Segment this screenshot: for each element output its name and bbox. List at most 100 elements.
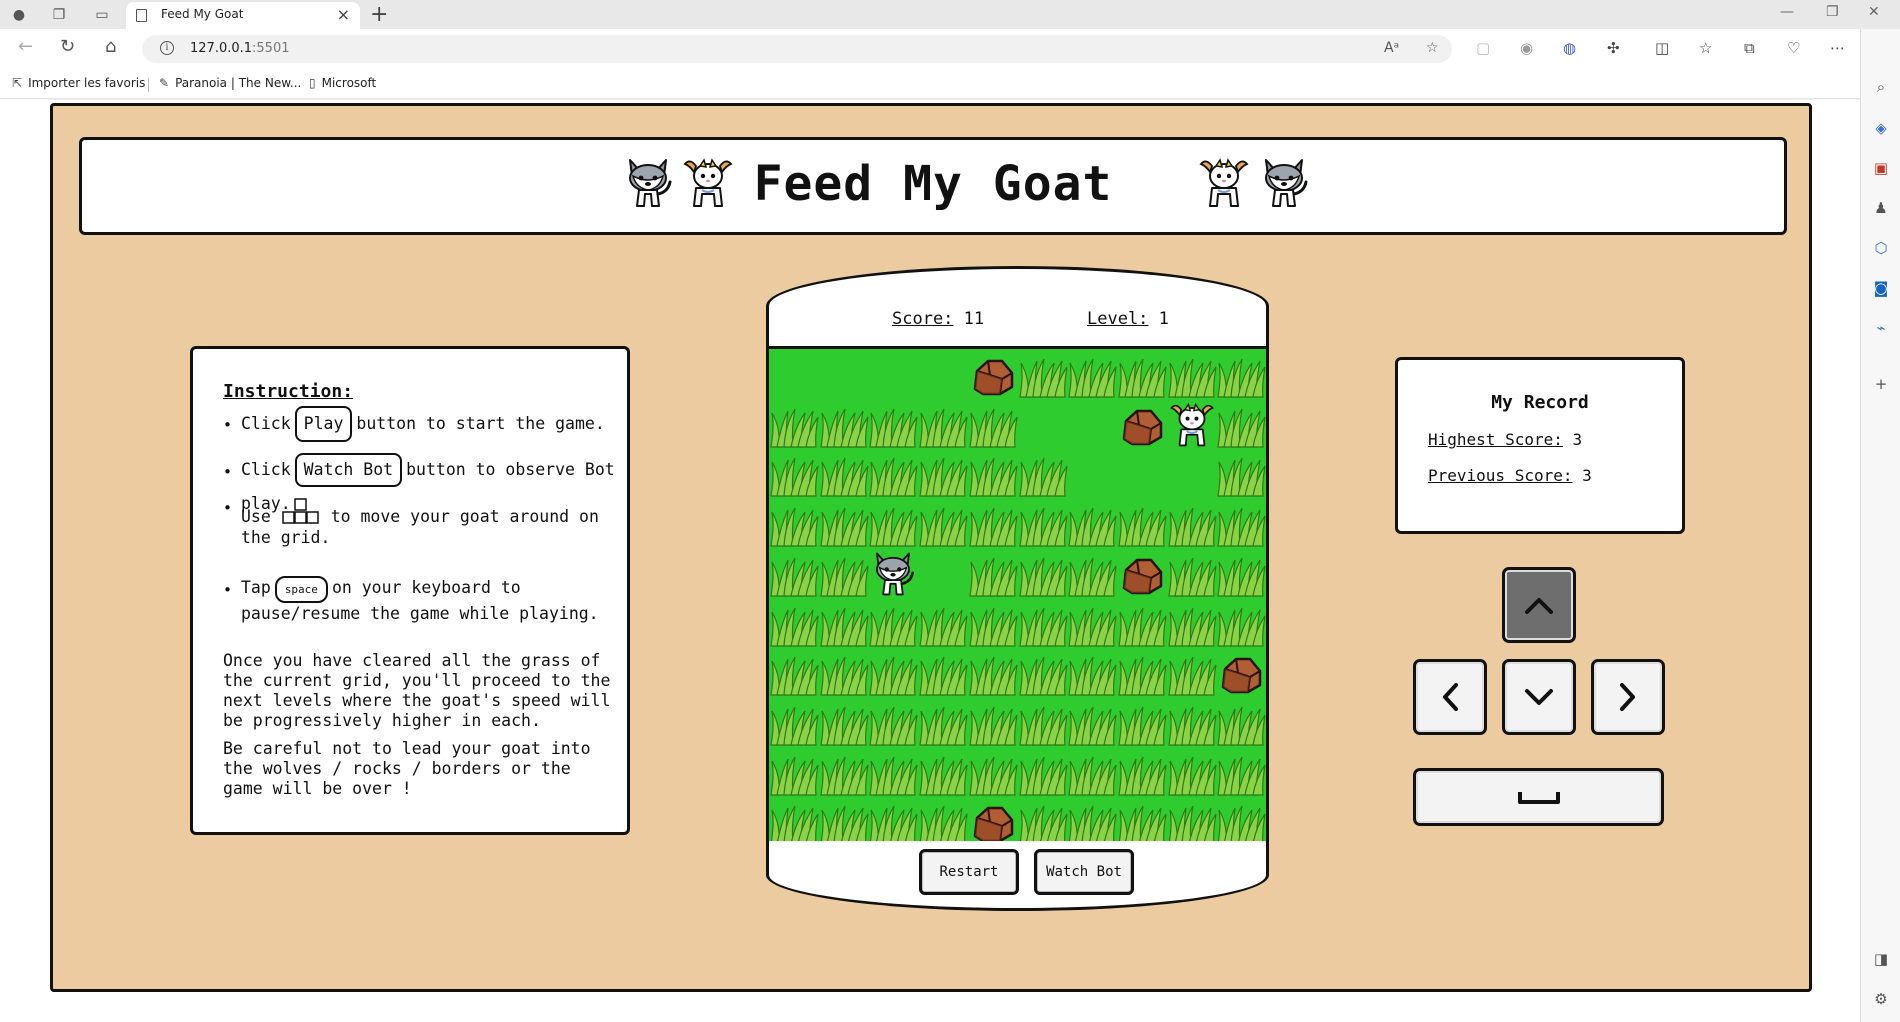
grass-tile	[1018, 598, 1068, 648]
outlook-icon[interactable]: ◙	[1871, 278, 1891, 298]
restart-button[interactable]: Restart	[919, 849, 1019, 895]
grass-tile	[1018, 448, 1068, 498]
workspaces-icon[interactable]: ❐	[50, 6, 68, 24]
grass-tile	[968, 697, 1018, 747]
grass-tile	[918, 448, 968, 498]
instruction-text: Click	[241, 414, 291, 433]
grass-tile	[1216, 796, 1266, 844]
grass-tile	[1067, 796, 1117, 844]
browser-tab-bar: ● ❐ ▭ Feed My Goat × + — ❐ ✕	[0, 0, 1900, 29]
grass-tile	[1018, 647, 1068, 697]
arrow-keys-icon	[282, 498, 319, 524]
browser-nav-bar: ← ↻ ⌂ i 127.0.0.1:5501 Aᵃ ☆ ▢ ◉ ◍ ✣ ◫ ☆ …	[0, 29, 1900, 69]
grass-tile	[918, 747, 968, 797]
rock-icon	[968, 796, 1018, 844]
grass-tile	[918, 647, 968, 697]
grass-tile	[868, 448, 918, 498]
grass-tile	[1167, 349, 1217, 399]
bookmark-microsoft[interactable]: ▯ Microsoft	[309, 76, 376, 90]
down-arrow-button[interactable]	[1502, 659, 1576, 735]
extensions-icon[interactable]: ✣	[1607, 39, 1620, 57]
url-port: :5501	[252, 41, 290, 56]
import-icon: ⇱	[12, 76, 23, 90]
grass-tile	[1117, 498, 1167, 548]
more-menu-icon[interactable]: ⋯	[1830, 39, 1845, 57]
grass-tile	[1067, 548, 1117, 598]
extension-face-icon[interactable]: ◉	[1520, 39, 1533, 57]
game-grid[interactable]	[766, 346, 1269, 844]
grass-tile	[868, 498, 918, 548]
space-bar-button[interactable]	[1413, 768, 1664, 826]
grass-tile	[769, 796, 819, 844]
grass-tile	[1216, 598, 1266, 648]
level-label: Level:	[1087, 309, 1149, 329]
grass-tile	[1216, 448, 1266, 498]
grass-tile	[968, 598, 1018, 648]
browser-essentials-icon[interactable]: ♡	[1787, 39, 1800, 57]
score-label: Score:	[892, 309, 954, 329]
grass-tile	[769, 697, 819, 747]
watch-bot-button[interactable]: Watch Bot	[1034, 849, 1134, 895]
instruction-text: button to start the game.	[356, 414, 605, 433]
bookmark-paranoia[interactable]: ✎ Paranoia | The New...	[159, 76, 301, 90]
profile-icon[interactable]: ●	[10, 6, 28, 24]
back-icon[interactable]: ←	[18, 37, 33, 57]
grass-tile	[1167, 796, 1217, 844]
bookmark-import[interactable]: ⇱ Importer les favoris	[12, 76, 145, 90]
search-icon[interactable]: ⌕	[1871, 77, 1891, 97]
instruction-text: Click	[241, 460, 291, 479]
up-arrow-button[interactable]	[1502, 567, 1576, 643]
restore-icon[interactable]: ❐	[1826, 4, 1839, 20]
grass-tile	[1067, 747, 1117, 797]
grass-tile	[918, 598, 968, 648]
previous-score-label: Previous Score:	[1428, 466, 1573, 485]
add-sidebar-icon[interactable]: +	[1871, 374, 1891, 394]
shopping-icon[interactable]: ◈	[1871, 118, 1891, 138]
url-text: 127.0.0.1:5501	[190, 41, 290, 56]
read-aloud-icon[interactable]: Aᵃ	[1384, 40, 1399, 56]
sidebar-panel-icon[interactable]: ◨	[1871, 949, 1891, 969]
browser-tab[interactable]: Feed My Goat ×	[126, 2, 360, 29]
favorites-icon[interactable]: ☆	[1699, 39, 1712, 57]
grass-tile	[1216, 498, 1266, 548]
refresh-icon[interactable]: ↻	[60, 37, 75, 57]
left-arrow-button[interactable]	[1413, 659, 1487, 735]
grass-tile	[1216, 747, 1266, 797]
grass-tile	[1117, 747, 1167, 797]
highest-score-value: 3	[1572, 430, 1583, 449]
split-screen-icon[interactable]: ◫	[1655, 39, 1669, 57]
address-bar[interactable]: i 127.0.0.1:5501 Aᵃ ☆	[142, 35, 1452, 63]
games-icon[interactable]: ♟	[1871, 198, 1891, 218]
home-icon[interactable]: ⌂	[105, 37, 116, 57]
collections-icon[interactable]: ⧉	[1744, 39, 1755, 57]
grass-tile	[968, 498, 1018, 548]
extension-blue-icon[interactable]: ◍	[1563, 39, 1576, 57]
highest-score-label: Highest Score:	[1428, 430, 1563, 449]
previous-score-row: Previous Score: 3	[1428, 466, 1592, 485]
board-footer: Restart Watch Bot	[766, 841, 1269, 911]
drop-icon[interactable]: ⌁	[1871, 318, 1891, 338]
right-arrow-button[interactable]	[1591, 659, 1665, 735]
instruction-text: Use	[241, 507, 271, 526]
minimize-icon[interactable]: —	[1780, 4, 1794, 20]
microsoft365-icon[interactable]: ⬡	[1871, 238, 1891, 258]
site-info-icon[interactable]: i	[160, 41, 174, 55]
close-tab-icon[interactable]: ×	[337, 5, 350, 24]
grass-tile	[769, 548, 819, 598]
grass-tile	[1067, 647, 1117, 697]
chevron-right-icon	[1620, 683, 1635, 711]
record-title: My Record	[1491, 392, 1589, 413]
wolf-icon	[868, 548, 918, 598]
edge-sidebar: ⌕ ◈ ▣ ♟ ⬡ ◙ ⌁ + ◨ ⚙	[1860, 29, 1900, 1022]
favorite-star-icon[interactable]: ☆	[1426, 40, 1439, 56]
page-title: Feed My Goat	[753, 156, 1113, 212]
settings-icon[interactable]: ⚙	[1871, 989, 1891, 1009]
tools-icon[interactable]: ▣	[1871, 158, 1891, 178]
bookmarks-bar: ⇱ Importer les favoris ✎ Paranoia | The Ne…	[0, 69, 1900, 99]
grass-tile	[1117, 598, 1167, 648]
close-window-icon[interactable]: ✕	[1868, 4, 1880, 20]
tab-actions-icon[interactable]: ▭	[93, 6, 111, 24]
new-tab-icon[interactable]: +	[370, 2, 388, 27]
extension-placeholder-icon[interactable]: ▢	[1476, 39, 1490, 57]
previous-score-value: 3	[1582, 466, 1592, 485]
